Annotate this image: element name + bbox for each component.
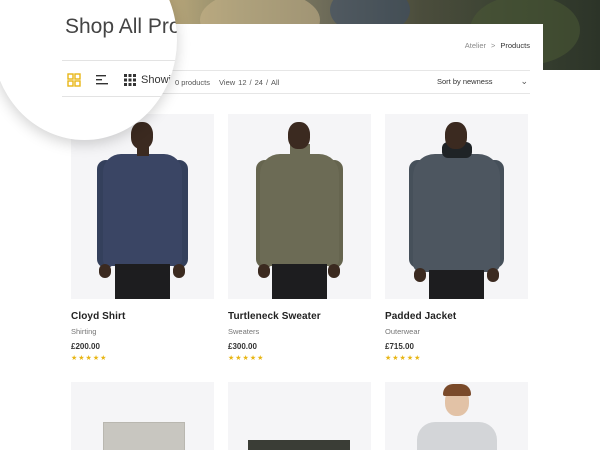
product-image[interactable]	[71, 114, 214, 299]
product-image[interactable]	[228, 382, 371, 450]
product-price: £715.00	[385, 342, 414, 351]
product-image[interactable]	[385, 114, 528, 299]
view-option-24[interactable]: 24	[255, 78, 263, 87]
list-icon[interactable]	[95, 73, 109, 87]
sort-dropdown[interactable]: Sort by newness ⌄	[437, 76, 528, 87]
results-info: 0 products View 12 / 24 / All	[175, 78, 279, 87]
product-card[interactable]	[385, 382, 528, 450]
layout-switcher	[67, 73, 137, 87]
product-card[interactable]: Turtleneck Sweater Sweaters £300.00 ★★★★…	[228, 114, 371, 362]
view-label: View	[219, 78, 236, 87]
view-option-all[interactable]: All	[271, 78, 279, 87]
figure-hand	[99, 264, 111, 278]
rating-stars: ★★★★★	[228, 355, 265, 362]
product-category[interactable]: Shirting	[71, 327, 214, 336]
view-option-12[interactable]: 12	[238, 78, 246, 87]
figure-legs	[272, 264, 327, 299]
sort-label: Sort by newness	[437, 77, 493, 86]
product-card[interactable]: Padded Jacket Outerwear £715.00 ★★★★★	[385, 114, 528, 362]
figure-hand	[258, 264, 270, 278]
breadcrumb-atelier[interactable]: Atelier	[465, 41, 486, 50]
figure-torso	[413, 154, 500, 272]
rating-stars: ★★★★★	[385, 355, 422, 362]
product-name[interactable]: Cloyd Shirt	[71, 311, 214, 322]
product-image[interactable]	[71, 382, 214, 450]
figure-hand	[414, 268, 426, 282]
rating-stars: ★★★★★	[71, 355, 108, 362]
page-title: Shop All Products	[65, 15, 177, 38]
product-name[interactable]: Padded Jacket	[385, 311, 528, 322]
product-image[interactable]	[385, 382, 528, 450]
breadcrumb-products: Products	[500, 41, 530, 50]
product-card[interactable]	[71, 382, 214, 450]
chevron-down-icon: ⌄	[520, 76, 528, 86]
product-category[interactable]: Outerwear	[385, 327, 528, 336]
figure-hand	[328, 264, 340, 278]
product-name[interactable]: Turtleneck Sweater	[228, 311, 371, 322]
grid-2-icon[interactable]	[67, 73, 81, 87]
showing-label: Showing	[141, 74, 177, 86]
product-price: £300.00	[228, 342, 257, 351]
figure-hair	[443, 384, 471, 396]
breadcrumb: Atelier > Products	[465, 41, 530, 50]
figure-head	[445, 122, 467, 149]
view-separator: /	[249, 78, 252, 87]
product-category[interactable]: Sweaters	[228, 327, 371, 336]
grid-3-icon[interactable]	[123, 73, 137, 87]
product-card[interactable]	[228, 382, 371, 450]
figure-legs	[115, 264, 170, 299]
figure-hand	[487, 268, 499, 282]
figure-torso	[103, 154, 182, 266]
results-count: 0 products	[175, 78, 211, 87]
product-card[interactable]: Cloyd Shirt Shirting £200.00 ★★★★★	[71, 114, 214, 362]
magnified-divider	[62, 60, 177, 61]
figure-hand	[173, 264, 185, 278]
figure-legs	[429, 270, 484, 299]
figure-head	[288, 122, 310, 149]
magnified-divider	[62, 96, 177, 97]
product-thumb-shape	[103, 422, 185, 450]
product-image[interactable]	[228, 114, 371, 299]
view-per-page: View 12 / 24 / All	[219, 78, 279, 87]
view-separator: /	[265, 78, 269, 87]
breadcrumb-separator: >	[491, 41, 496, 50]
figure-torso	[417, 422, 497, 450]
product-price: £200.00	[71, 342, 100, 351]
figure-torso	[260, 154, 339, 266]
figure-head	[131, 122, 153, 149]
product-thumb-shape	[248, 440, 350, 450]
